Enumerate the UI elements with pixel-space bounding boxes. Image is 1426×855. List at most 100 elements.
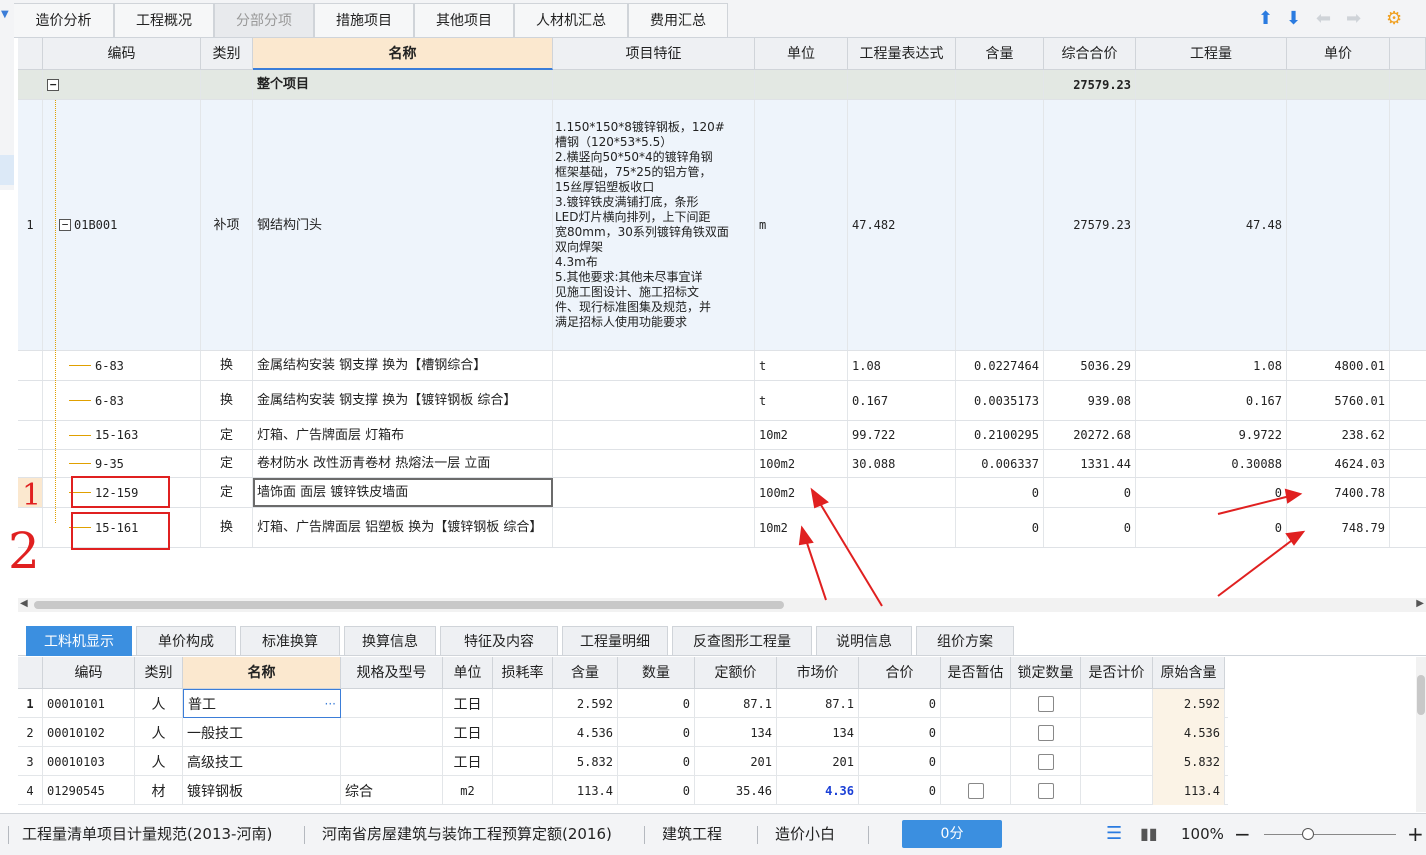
quota-code[interactable]: 6-83	[43, 351, 201, 380]
scroll-right-icon[interactable]: ▶	[1416, 598, 1424, 609]
table-row[interactable]: 15-161 换 灯箱、广告牌面层 铝塑板 换为【镀锌钢板 综合】 10m2 0…	[18, 508, 1426, 548]
scroll-thumb[interactable]	[1417, 675, 1425, 715]
quota-code[interactable]: 15-163	[43, 421, 201, 449]
tab-measures[interactable]: 措施项目	[314, 3, 414, 37]
lock-qty-checkbox[interactable]	[1037, 782, 1054, 799]
layout-list-icon[interactable]: ☰	[1106, 814, 1122, 855]
status-quota[interactable]: 河南省房屋建筑与装饰工程预算定额(2016)	[322, 814, 612, 855]
tab-cost-analysis[interactable]: 造价分析	[14, 3, 114, 37]
quota-unit[interactable]: t	[755, 381, 848, 420]
zoom-in-icon[interactable]: +	[1407, 814, 1424, 855]
tab-standard-conversion[interactable]: 标准换算	[240, 626, 340, 656]
quota-expr[interactable]: 1.08	[848, 351, 956, 380]
tab-other-items[interactable]: 其他项目	[414, 3, 514, 37]
quota-content[interactable]: 0.0227464	[956, 351, 1044, 380]
arrow-up-icon[interactable]: ⬆	[1258, 8, 1273, 30]
table-row[interactable]: 9-35 定 卷材防水 改性沥青卷材 热熔法一层 立面 100m2 30.088…	[18, 450, 1426, 478]
tab-conversion-info[interactable]: 换算信息	[344, 626, 436, 656]
table-row[interactable]: 6-83 换 金属结构安装 钢支撑 换为【槽钢综合】 t 1.08 0.0227…	[18, 351, 1426, 381]
table-row[interactable]: 1 −01B001 补项 钢结构门头 1.150*150*8镀锌钢板，120# …	[18, 100, 1426, 351]
sub-header-qty[interactable]: 数量	[618, 657, 695, 689]
item-features[interactable]: 1.150*150*8镀锌钢板，120# 槽钢（120*53*5.5） 2.横竖…	[553, 100, 755, 350]
table-row[interactable]: 6-83 换 金属结构安装 钢支撑 换为【镀锌钢板 综合】 t 0.167 0.…	[18, 381, 1426, 421]
header-unit[interactable]: 单位	[755, 38, 848, 70]
quota-expr[interactable]	[848, 508, 956, 547]
header-category[interactable]: 类别	[201, 38, 253, 70]
zoom-out-icon[interactable]: −	[1234, 814, 1251, 855]
market-price-highlight[interactable]: 4.36	[777, 776, 859, 805]
quota-unit[interactable]: 100m2	[755, 478, 848, 507]
quota-unit[interactable]: 10m2	[755, 421, 848, 449]
arrow-right-icon[interactable]: ➡	[1346, 8, 1361, 30]
quota-name[interactable]: 墙饰面 面层 镀锌铁皮墙面	[253, 478, 553, 507]
quota-name[interactable]: 金属结构安装 钢支撑 换为【镀锌钢板 综合】	[253, 381, 553, 420]
sub-header-loss[interactable]: 损耗率	[493, 657, 553, 689]
status-user[interactable]: 造价小白	[775, 814, 835, 855]
quota-name[interactable]: 灯箱、广告牌面层 铝塑板 换为【镀锌钢板 综合】	[253, 508, 553, 547]
tab-unit-price-composition[interactable]: 单价构成	[136, 626, 236, 656]
quota-unit[interactable]: 10m2	[755, 508, 848, 547]
table-row[interactable]: 15-163 定 灯箱、广告牌面层 灯箱布 10m2 99.722 0.2100…	[18, 421, 1426, 450]
header-combined-total[interactable]: 综合合价	[1044, 38, 1136, 70]
resource-name-editing[interactable]: 普工 ···	[183, 689, 341, 718]
resource-row[interactable]: 2 00010102 人 一般技工 工日 4.536 0 134 134 0 4…	[18, 718, 1228, 747]
sub-header-lock-qty[interactable]: 锁定数量	[1011, 657, 1081, 689]
quota-unit[interactable]: t	[755, 351, 848, 380]
arrow-down-icon[interactable]: ⬇	[1286, 8, 1301, 30]
sub-header-name[interactable]: 名称	[183, 657, 341, 689]
sub-header-code[interactable]: 编码	[43, 657, 135, 689]
tab-reverse-graphic-quantity[interactable]: 反查图形工程量	[672, 626, 812, 656]
settings-icon[interactable]: ⚙	[1386, 8, 1402, 30]
total-row[interactable]: − 整个项目 27579.23	[18, 70, 1426, 100]
quota-code[interactable]: 9-35	[43, 450, 201, 477]
quota-code[interactable]: 6-83	[43, 381, 201, 420]
quota-expr[interactable]: 0.167	[848, 381, 956, 420]
sub-header-quota-price[interactable]: 定额价	[695, 657, 777, 689]
lock-qty-checkbox[interactable]	[1037, 724, 1054, 741]
sub-header-priced[interactable]: 是否计价	[1081, 657, 1153, 689]
sub-header-orig-content[interactable]: 原始含量	[1153, 657, 1225, 689]
more-options-icon[interactable]: ···	[325, 697, 336, 711]
zoom-slider[interactable]	[1264, 834, 1396, 835]
header-more[interactable]	[1390, 38, 1426, 70]
header-features[interactable]: 项目特征	[553, 38, 755, 70]
item-unit[interactable]: m	[755, 100, 848, 350]
collapse-icon[interactable]: −	[47, 78, 59, 91]
sub-header-market-price[interactable]: 市场价	[777, 657, 859, 689]
tab-sub-items[interactable]: 分部分项	[214, 3, 314, 37]
tab-description-info[interactable]: 说明信息	[816, 626, 912, 656]
tab-features-content[interactable]: 特征及内容	[440, 626, 558, 656]
resource-row[interactable]: 3 00010103 人 高级技工 工日 5.832 0 201 201 0 5…	[18, 747, 1228, 776]
item-name[interactable]: 钢结构门头	[253, 100, 553, 350]
header-quantity[interactable]: 工程量	[1136, 38, 1287, 70]
quota-content[interactable]: 0.2100295	[956, 421, 1044, 449]
status-profession[interactable]: 建筑工程	[662, 814, 722, 855]
quota-unit[interactable]: 100m2	[755, 450, 848, 477]
lock-qty-checkbox[interactable]	[1037, 753, 1054, 770]
quota-expr[interactable]	[848, 478, 956, 507]
chevron-down-icon[interactable]: ▼	[1, 9, 9, 20]
sub-header-category[interactable]: 类别	[135, 657, 183, 689]
header-price[interactable]: 单价	[1287, 38, 1390, 70]
tab-quantity-detail[interactable]: 工程量明细	[562, 626, 668, 656]
header-expr[interactable]: 工程量表达式	[848, 38, 956, 70]
tab-labor-material-summary[interactable]: 人材机汇总	[514, 3, 628, 37]
resource-row[interactable]: 1 00010101 人 普工 ··· 工日 2.592 0 87.1 87.1 …	[18, 689, 1228, 718]
status-spec[interactable]: 工程量清单项目计量规范(2013-河南)	[22, 814, 272, 855]
lock-qty-checkbox[interactable]	[1037, 695, 1054, 712]
tab-project-overview[interactable]: 工程概况	[114, 3, 214, 37]
horizontal-scrollbar[interactable]: ◀ ▶	[18, 598, 1426, 612]
zoom-slider-knob[interactable]	[1302, 828, 1314, 840]
sub-header-spec[interactable]: 规格及型号	[341, 657, 443, 689]
quota-content[interactable]: 0	[956, 478, 1044, 507]
sub-header-total[interactable]: 合价	[859, 657, 941, 689]
table-row-selected[interactable]: 12-159 定 墙饰面 面层 镀锌铁皮墙面 100m2 0 0 0 7400.…	[18, 478, 1426, 508]
score-button[interactable]: 0分	[902, 820, 1002, 848]
quota-expr[interactable]: 99.722	[848, 421, 956, 449]
quota-content[interactable]: 0.006337	[956, 450, 1044, 477]
quota-name[interactable]: 卷材防水 改性沥青卷材 热熔法一层 立面	[253, 450, 553, 477]
resource-row[interactable]: 4 01290545 材 镀锌钢板 综合 m2 113.4 0 35.46 4.…	[18, 776, 1228, 805]
tab-pricing-scheme[interactable]: 组价方案	[916, 626, 1014, 656]
arrow-left-icon[interactable]: ⬅	[1316, 8, 1331, 30]
quota-name[interactable]: 金属结构安装 钢支撑 换为【槽钢综合】	[253, 351, 553, 380]
